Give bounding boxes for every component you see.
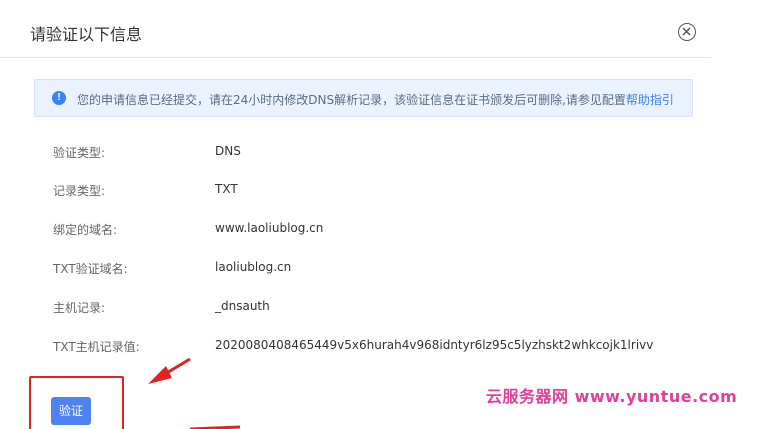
field-label: 主机记录: [53,301,106,315]
info-circle-icon: ! [52,91,66,105]
field-value: 2020080408465449v5x6hurah4v968idntyr6lz9… [215,338,654,352]
field-value: _dnsauth [215,299,270,313]
field-row-verify-type: 验证类型: DNS [0,144,711,164]
circle-close-icon[interactable] [678,23,696,41]
field-value: laoliublog.cn [215,260,292,274]
field-row-txt-domain: TXT验证域名: laoliublog.cn [0,260,711,280]
watermark: 云服务器网 www.yuntue.com [486,387,738,406]
field-label: TXT主机记录值: [53,340,140,354]
help-guide-link[interactable]: 帮助指引 [626,93,674,107]
dialog-header: 请验证以下信息 [0,0,711,58]
field-value: www.laoliublog.cn [215,221,324,235]
field-label: 验证类型: [53,146,106,160]
annotation-arrows [148,357,241,429]
field-row-txt-value: TXT主机记录值: 2020080408465449v5x6hurah4v968… [0,338,711,358]
notice-banner: ! 您的申请信息已经提交，请在24小时内修改DNS解析记录，该验证信息在证书颁发… [34,79,693,117]
field-value: DNS [215,144,241,158]
field-row-host-record: 主机记录: _dnsauth [0,299,711,319]
notice-message: 您的申请信息已经提交，请在24小时内修改DNS解析记录，该验证信息在证书颁发后可… [77,93,626,107]
field-label: 记录类型: [53,184,106,198]
field-row-bound-domain: 绑定的域名: www.laoliublog.cn [0,221,711,241]
annotation-arrow-icon [148,357,191,384]
field-row-record-type: 记录类型: TXT [0,182,711,202]
dialog-title: 请验证以下信息 [30,25,143,44]
field-value: TXT [215,182,238,196]
field-label: TXT验证域名: [53,262,128,276]
field-label: 绑定的域名: [53,223,118,237]
notice-text: 您的申请信息已经提交，请在24小时内修改DNS解析记录，该验证信息在证书颁发后可… [77,91,674,108]
verify-button[interactable]: 验证 [51,397,91,425]
